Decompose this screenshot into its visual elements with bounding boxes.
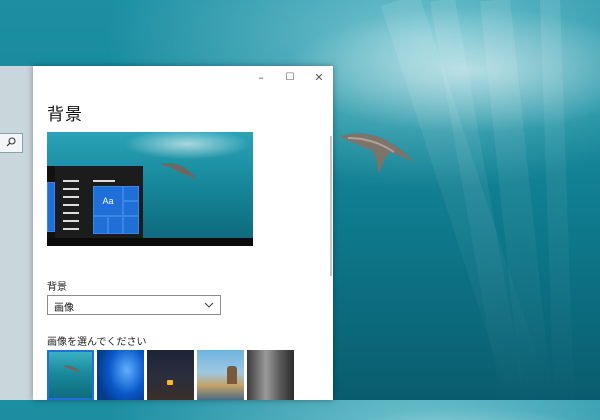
preview-taskbar [47,238,253,246]
minimize-icon: – [258,70,264,84]
page-title: 背景 [47,105,83,125]
picture-thumb-windows-blue[interactable] [97,350,144,400]
left-window-fragment [0,66,34,400]
close-icon: ✕ [314,70,324,84]
preview-swimmer [160,162,197,180]
search-button[interactable] [0,133,23,153]
title-bar[interactable]: – ☐ ✕ [33,66,333,88]
chevron-down-icon [204,302,214,308]
swimmer-figure [340,133,414,174]
maximize-button[interactable]: ☐ [276,68,304,86]
preview-tile-aa: Aa [93,186,123,216]
settings-window: – ☐ ✕ 背景 Aa 背景 画像 画像を選んでください [33,66,333,400]
maximize-icon: ☐ [285,71,295,83]
scrollbar[interactable] [330,136,332,276]
picture-thumb-night-tent[interactable] [147,350,194,400]
search-icon [6,137,16,147]
background-type-dropdown[interactable]: 画像 [47,295,221,315]
preview-start-menu: Aa [47,166,143,238]
preview-tile [93,216,108,234]
preview-tile [47,182,55,232]
preview-tile [123,216,139,234]
minimize-button[interactable]: – [247,68,275,86]
picture-thumb-underwater[interactable] [47,350,94,400]
picture-thumb-grey-tunnel[interactable] [247,350,294,400]
preview-tile [123,201,139,216]
choose-picture-label: 画像を選んでください [47,337,147,348]
picture-thumb-coast-rocks[interactable] [197,350,244,400]
background-label: 背景 [47,282,67,293]
preview-tile [108,216,123,234]
background-type-value: 画像 [54,303,74,314]
preview-tile [123,186,139,201]
close-button[interactable]: ✕ [305,68,333,86]
background-preview: Aa [47,132,253,246]
